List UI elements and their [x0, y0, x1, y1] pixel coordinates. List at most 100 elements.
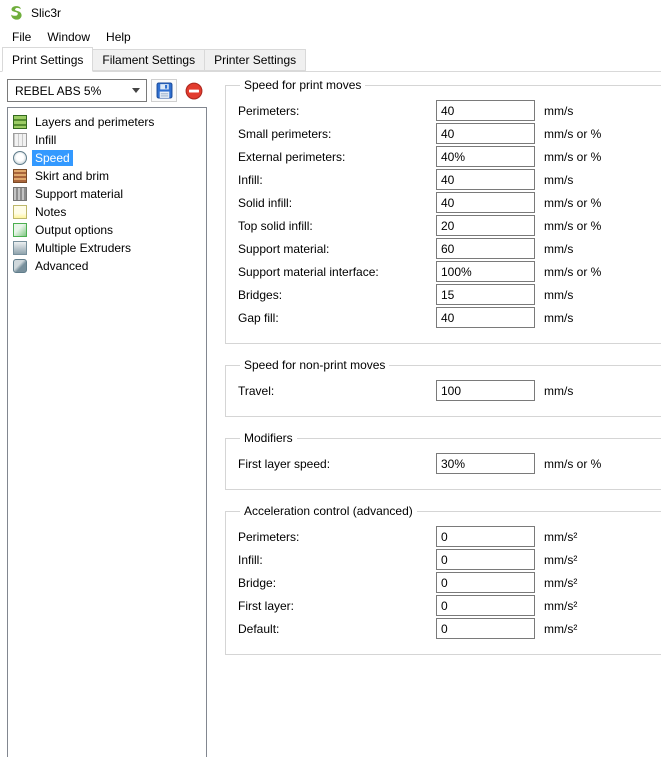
- setting-input-default[interactable]: [436, 618, 535, 639]
- menu-window[interactable]: Window: [39, 27, 98, 47]
- setting-input-bridge[interactable]: [436, 572, 535, 593]
- sidebar-item-label: Support material: [32, 186, 126, 202]
- setting-row: External perimeters:mm/s or %: [238, 146, 658, 167]
- setting-row: Perimeters: mm/s²: [238, 526, 658, 547]
- group-title: Acceleration control (advanced): [240, 504, 417, 518]
- setting-label: Travel:: [238, 384, 436, 398]
- setting-input-perimeters[interactable]: [436, 100, 535, 121]
- setting-input-infill[interactable]: [436, 549, 535, 570]
- setting-input-support-material[interactable]: [436, 238, 535, 259]
- setting-input-perimeters[interactable]: [436, 526, 535, 547]
- setting-input-first-layer-speed[interactable]: [436, 453, 535, 474]
- sidebar-item-support-material[interactable]: Support material: [8, 185, 206, 203]
- setting-input-small-perimeters[interactable]: [436, 123, 535, 144]
- setting-row: Gap fill: mm/s: [238, 307, 658, 328]
- setting-label: Gap fill:: [238, 311, 436, 325]
- setting-row: Small perimeters: mm/s or %: [238, 123, 658, 144]
- setting-unit: mm/s or %: [544, 150, 601, 164]
- setting-input-infill[interactable]: [436, 169, 535, 190]
- setting-unit: mm/s²: [544, 576, 577, 590]
- delete-preset-button[interactable]: [181, 79, 207, 102]
- setting-input-bridges[interactable]: [436, 284, 535, 305]
- settings-tree: Layers and perimeters InfillSpeedSkirt an…: [7, 107, 207, 757]
- setting-label: Solid infill:: [238, 196, 436, 210]
- setting-input-first-layer[interactable]: [436, 595, 535, 616]
- sidebar-item-multiple-extruders[interactable]: Multiple Extruders: [8, 239, 206, 257]
- sidebar-item-skirt-and-brim[interactable]: Skirt and brim: [8, 167, 206, 185]
- setting-row: Infill:mm/s: [238, 169, 658, 190]
- setting-row: Solid infill: mm/s or %: [238, 192, 658, 213]
- sidebar-item-infill[interactable]: Infill: [8, 131, 206, 149]
- setting-unit: mm/s or %: [544, 127, 601, 141]
- notes-icon: [13, 205, 27, 219]
- group-title: Speed for print moves: [240, 78, 365, 92]
- skirt-icon: [13, 169, 27, 183]
- sidebar-item-label: Layers and perimeters: [32, 114, 157, 130]
- setting-unit: mm/s or %: [544, 196, 601, 210]
- advanced-icon: [13, 259, 27, 273]
- delete-icon: [185, 82, 203, 100]
- setting-label: First layer:: [238, 599, 436, 613]
- setting-unit: mm/s: [544, 288, 573, 302]
- setting-row: Bridges:mm/s: [238, 284, 658, 305]
- window-title: Slic3r: [31, 6, 61, 20]
- sidebar-item-label: Notes: [32, 204, 69, 220]
- sidebar-item-output-options[interactable]: Output options: [8, 221, 206, 239]
- setting-row: Support material:mm/s: [238, 238, 658, 259]
- setting-input-solid-infill[interactable]: [436, 192, 535, 213]
- setting-unit: mm/s²: [544, 553, 577, 567]
- save-preset-button[interactable]: [151, 79, 177, 102]
- setting-row: Default: mm/s²: [238, 618, 658, 639]
- setting-label: Top solid infill:: [238, 219, 436, 233]
- chevron-down-icon: [132, 88, 140, 93]
- setting-label: Infill:: [238, 553, 436, 567]
- menu-file[interactable]: File: [4, 27, 39, 47]
- setting-label: Default:: [238, 622, 436, 636]
- setting-input-support-material-interface[interactable]: [436, 261, 535, 282]
- sidebar-item-label: Output options: [32, 222, 116, 238]
- setting-row: First layer speed:mm/s or %: [238, 453, 658, 474]
- setting-label: Perimeters:: [238, 530, 436, 544]
- tab-filament-settings[interactable]: Filament Settings: [92, 49, 205, 71]
- sidebar-item-label: Infill: [32, 132, 59, 148]
- setting-input-top-solid-infill[interactable]: [436, 215, 535, 236]
- setting-input-external-perimeters[interactable]: [436, 146, 535, 167]
- setting-row: Infill: mm/s²: [238, 549, 658, 570]
- preset-select[interactable]: REBEL ABS 5%: [7, 79, 147, 102]
- setting-label: Small perimeters:: [238, 127, 436, 141]
- setting-unit: mm/s or %: [544, 219, 601, 233]
- sidebar-item-layers-and-perimeters[interactable]: Layers and perimeters: [8, 113, 206, 131]
- group-title: Modifiers: [240, 431, 297, 445]
- sidebar-item-notes[interactable]: Notes: [8, 203, 206, 221]
- setting-row: Travel: mm/s: [238, 380, 658, 401]
- speed-icon: [13, 151, 27, 165]
- sidebar-item-advanced[interactable]: Advanced: [8, 257, 206, 275]
- setting-label: Perimeters:: [238, 104, 436, 118]
- setting-row: Perimeters:mm/s: [238, 100, 658, 121]
- setting-unit: mm/s: [544, 242, 573, 256]
- sidebar-item-speed[interactable]: Speed: [8, 149, 206, 167]
- setting-input-travel[interactable]: [436, 380, 535, 401]
- tab-print-settings[interactable]: Print Settings: [2, 47, 93, 72]
- setting-unit: mm/s²: [544, 530, 577, 544]
- settings-group-modifiers: Modifiers First layer speed:mm/s or %: [225, 431, 661, 490]
- sidebar-item-label: Skirt and brim: [32, 168, 112, 184]
- save-icon: [156, 82, 173, 99]
- tabbar: Print Settings Filament Settings Printer…: [0, 48, 661, 72]
- infill-icon: [13, 133, 27, 147]
- preset-toolbar: REBEL ABS 5%: [7, 79, 207, 102]
- setting-row: Bridge: mm/s²: [238, 572, 658, 593]
- setting-unit: mm/s: [544, 384, 573, 398]
- tab-printer-settings[interactable]: Printer Settings: [204, 49, 306, 71]
- slic3r-logo-icon: [8, 5, 25, 22]
- settings-group-speed-for-non-print-moves: Speed for non-print movesTravel:mm/s: [225, 358, 661, 417]
- setting-input-gap-fill[interactable]: [436, 307, 535, 328]
- setting-unit: mm/s²: [544, 622, 577, 636]
- output-icon: [13, 223, 27, 237]
- setting-label: Bridge:: [238, 576, 436, 590]
- setting-label: Infill:: [238, 173, 436, 187]
- sidebar-item-label: Advanced: [32, 258, 91, 274]
- setting-unit: mm/s: [544, 311, 573, 325]
- menu-help[interactable]: Help: [98, 27, 139, 47]
- settings-group-speed-for-print-moves: Speed for print movesPerimeters:mm/sSmal…: [225, 78, 661, 344]
